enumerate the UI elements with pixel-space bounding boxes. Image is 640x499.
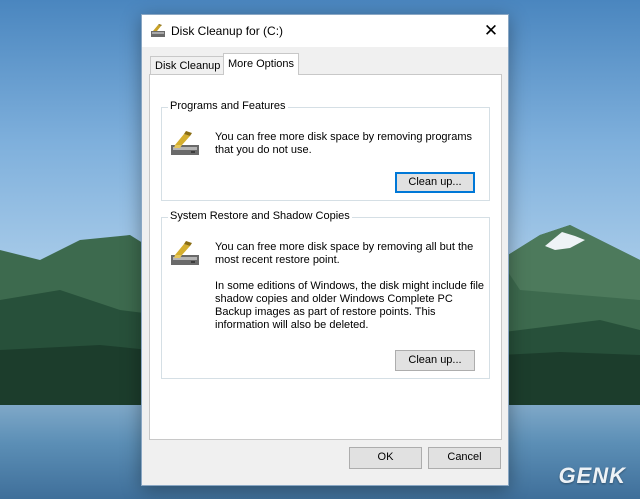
programs-description: You can free more disk space by removing… [215, 131, 472, 156]
programs-group: Programs and Features You can free more … [161, 100, 490, 201]
programs-clean-up-button[interactable]: Clean up... [395, 172, 475, 193]
close-button[interactable]: ✕ [474, 15, 508, 47]
tab-more-options[interactable]: More Options [223, 53, 300, 75]
cancel-button[interactable]: Cancel [428, 447, 501, 469]
restore-clean-up-button[interactable]: Clean up... [395, 350, 475, 371]
disk-cleanup-icon [151, 24, 165, 37]
disk-cleanup-icon [171, 131, 199, 155]
title-bar[interactable]: Disk Cleanup for (C:) ✕ [142, 15, 508, 47]
disk-cleanup-window: Disk Cleanup for (C:) ✕ Disk Cleanup Mor… [141, 14, 509, 486]
restore-group: System Restore and Shadow Copies You can… [161, 210, 490, 379]
disk-cleanup-icon [171, 241, 199, 265]
tab-disk-cleanup[interactable]: Disk Cleanup [150, 56, 226, 75]
programs-group-title: Programs and Features [168, 100, 288, 112]
ok-button[interactable]: OK [349, 447, 422, 469]
restore-note: In some editions of Windows, the disk mi… [215, 280, 485, 331]
close-icon: ✕ [483, 21, 499, 40]
restore-description: You can free more disk space by removing… [215, 241, 474, 266]
restore-group-title: System Restore and Shadow Copies [168, 210, 352, 222]
tab-panel: Programs and Features You can free more … [149, 74, 502, 440]
watermark: GENK [558, 463, 626, 488]
window-title: Disk Cleanup for (C:) [171, 24, 284, 38]
